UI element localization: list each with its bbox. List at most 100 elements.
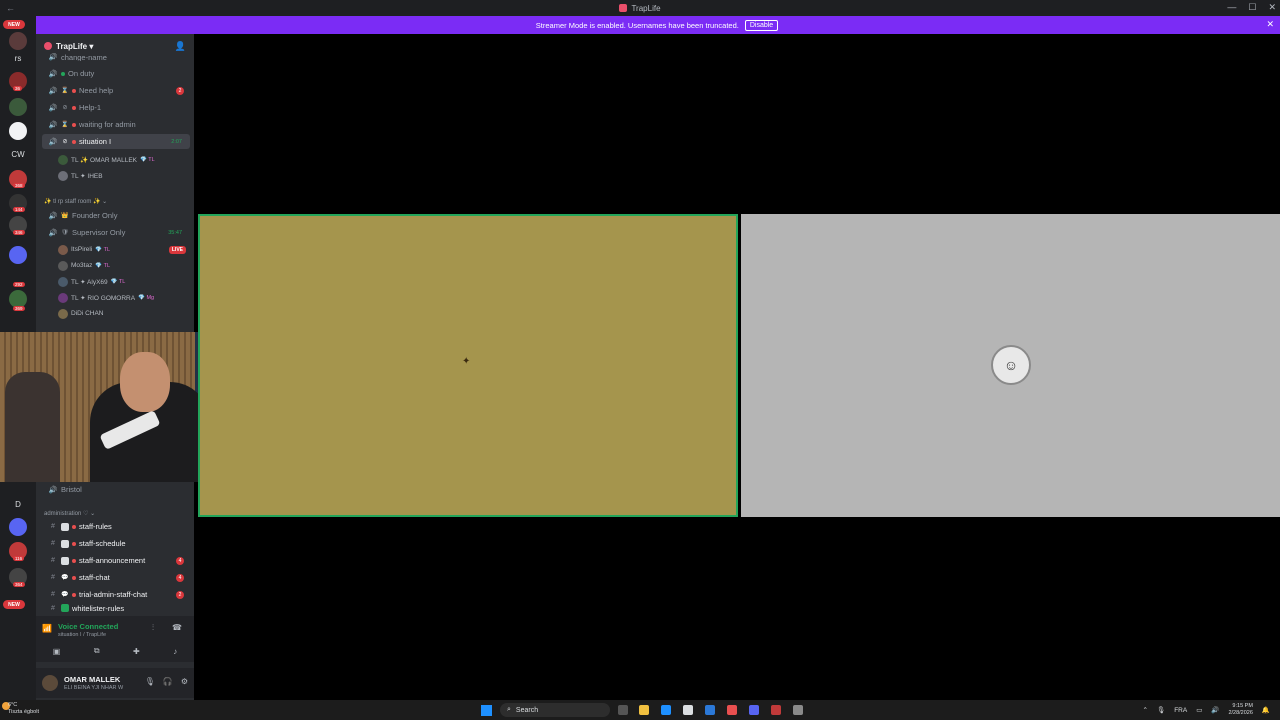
category-staff-room[interactable]: ✨ tl rp staff room ✨ ⌄ — [44, 198, 107, 205]
voice-channel[interactable]: 🔊 change-name — [42, 53, 190, 61]
screen-share-icon[interactable]: ⧉ — [94, 646, 100, 656]
server-label[interactable]: D — [9, 500, 27, 509]
network-icon[interactable]: ▭ — [1196, 706, 1202, 714]
voice-member[interactable]: DiDi CHAN — [58, 306, 188, 321]
voice-member[interactable]: TL ✦ AlyX69 💎 TL — [58, 274, 188, 289]
settings-gear-icon[interactable]: ⚙ — [181, 677, 188, 686]
role-tag: 💎 TL — [140, 156, 155, 163]
text-channel[interactable]: # staff-rules — [42, 519, 190, 534]
server-label[interactable]: CW — [9, 150, 27, 159]
voice-member[interactable]: TL ✦ RIO GOMORRA 💎 Mg — [58, 290, 188, 305]
server-folder-icon[interactable] — [9, 246, 27, 264]
document-icon — [61, 522, 69, 531]
video-tile[interactable]: ☺ — [741, 214, 1280, 517]
close-button[interactable]: ✕ — [1268, 2, 1276, 13]
title-bar: ← TrapLife — ☐ ✕ — [0, 0, 1280, 16]
text-channel[interactable]: # staff-announcement 4 — [42, 553, 190, 568]
file-explorer-icon[interactable] — [639, 705, 649, 715]
speaker-icon: 🔊 — [48, 138, 58, 146]
calendar-icon — [61, 539, 69, 548]
channel-name: trial-admin-staff-chat — [79, 590, 148, 599]
voice-member[interactable]: ItsPireli 💎 TL LIVE — [58, 242, 188, 257]
server-folder-icon[interactable] — [9, 518, 27, 536]
microphone-tray-icon[interactable]: 🎙 — [1157, 706, 1165, 714]
status-dot — [72, 524, 76, 529]
voice-channel-need-help[interactable]: 🔊 ⌛ Need help 2 — [42, 83, 190, 98]
channel-name: Founder Only — [72, 211, 118, 220]
new-badge: NEW — [3, 20, 25, 29]
avatar — [58, 292, 68, 303]
voice-channel-waiting[interactable]: 🔊 ⌛ waiting for admin — [42, 117, 190, 132]
server-logo-icon — [44, 42, 52, 50]
start-button[interactable] — [481, 705, 492, 716]
mention-badge: 369 — [13, 306, 25, 311]
activities-icon[interactable]: ✚ — [133, 647, 140, 656]
avatar — [58, 244, 68, 255]
voice-channel-situation-i[interactable]: 🔊 ⊘ situation I 2:07 — [42, 134, 190, 149]
soundboard-icon[interactable]: ♪ — [173, 647, 177, 656]
avatar[interactable] — [42, 675, 58, 691]
live-badge: LIVE — [168, 245, 186, 254]
store-icon[interactable] — [683, 705, 693, 715]
app-icon[interactable] — [771, 705, 781, 715]
shield-icon: 🛡 — [61, 230, 69, 236]
voice-connected-label[interactable]: Voice Connected — [58, 622, 118, 631]
noise-suppression-icon[interactable]: ⫶ — [152, 623, 154, 633]
user-name[interactable]: OMAR MALLEK — [64, 675, 120, 684]
text-channel[interactable]: # whitelister-rules — [42, 604, 190, 612]
notification-icon[interactable]: 🔔 — [1262, 706, 1270, 714]
server-icon[interactable] — [9, 32, 27, 50]
disable-streamer-mode-button[interactable]: Disable — [744, 19, 779, 31]
edge-icon[interactable] — [661, 705, 671, 715]
voice-channel-on-duty[interactable]: 🔊 On duty — [42, 66, 190, 81]
microphone-icon[interactable]: 🎙 — [145, 677, 155, 686]
category-administration[interactable]: administration ♡ ⌄ — [44, 510, 95, 517]
headphones-icon[interactable]: 🎧 — [163, 677, 173, 686]
minimize-button[interactable]: — — [1227, 2, 1236, 13]
member-name: TL ✨ OMAR MALLEK — [71, 156, 138, 164]
channel-name: change-name — [61, 53, 107, 61]
mention-badge: 368 — [13, 183, 25, 188]
discord-icon[interactable] — [749, 705, 759, 715]
add-member-icon[interactable]: 👤 — [175, 41, 186, 52]
camera-off-icon[interactable]: ▣ — [53, 647, 61, 656]
mention-badge: 346 — [13, 230, 25, 235]
close-banner-icon[interactable]: ✕ — [1266, 19, 1274, 30]
taskbar-search[interactable]: ⌕ Search — [500, 703, 610, 717]
weather-widget[interactable]: 6°C Tiszta égbolt — [8, 702, 39, 716]
chrome-icon[interactable] — [727, 705, 737, 715]
task-view-icon[interactable] — [618, 705, 628, 715]
mail-icon[interactable] — [705, 705, 715, 715]
voice-channel-help-1[interactable]: 🔊 ⊘ Help-1 — [42, 100, 190, 115]
chevron-up-icon[interactable]: ⌃ — [1142, 706, 1147, 714]
clock[interactable]: 9:15 PM 2/28/2026 — [1228, 703, 1252, 717]
voice-channel-supervisor[interactable]: 🔊 🛡 Supervisor Only 35:47 — [42, 225, 190, 240]
channel-name: Need help — [79, 86, 114, 95]
text-channel[interactable]: # 💬 staff-chat 4 — [42, 570, 190, 585]
voice-member[interactable]: Mo3taz 💎 TL — [58, 258, 188, 273]
text-channel[interactable]: # staff-schedule — [42, 536, 190, 551]
server-label[interactable]: rs — [9, 54, 27, 63]
voice-channel-bristol[interactable]: 🔊 Bristol — [42, 482, 190, 497]
volume-icon[interactable]: 🔊 — [1211, 706, 1219, 714]
server-icon[interactable] — [9, 98, 27, 116]
text-channel[interactable]: # 💬 trial-admin-staff-chat 2 — [42, 587, 190, 602]
speaker-icon: 🔊 — [48, 486, 58, 494]
voice-member[interactable]: TL ✨ OMAR MALLEK 💎 TL — [58, 152, 188, 167]
member-name: TL ✦ RIO GOMORRA — [71, 294, 136, 302]
voice-channel-founder[interactable]: 🔊 👑 Founder Only — [42, 208, 190, 223]
settings-icon[interactable] — [793, 705, 803, 715]
streamer-mode-banner: Streamer Mode is enabled. Usernames have… — [34, 16, 1280, 34]
voice-location[interactable]: situation I / TrapLife — [58, 632, 106, 638]
mention-badge: 292 — [13, 282, 25, 287]
voice-member[interactable]: TL ✦ IHEB — [58, 168, 188, 183]
maximize-button[interactable]: ☐ — [1248, 2, 1256, 13]
window-title: TrapLife — [619, 4, 661, 13]
back-arrow-icon[interactable]: ← — [6, 3, 15, 13]
video-tile-speaking[interactable]: ✦ — [198, 214, 738, 517]
chat-icon: 💬 — [61, 592, 69, 598]
language-indicator[interactable]: FRA — [1174, 707, 1187, 714]
status-dot — [72, 139, 76, 144]
disconnect-icon[interactable]: ☎ — [172, 623, 182, 632]
server-icon[interactable] — [9, 122, 27, 140]
